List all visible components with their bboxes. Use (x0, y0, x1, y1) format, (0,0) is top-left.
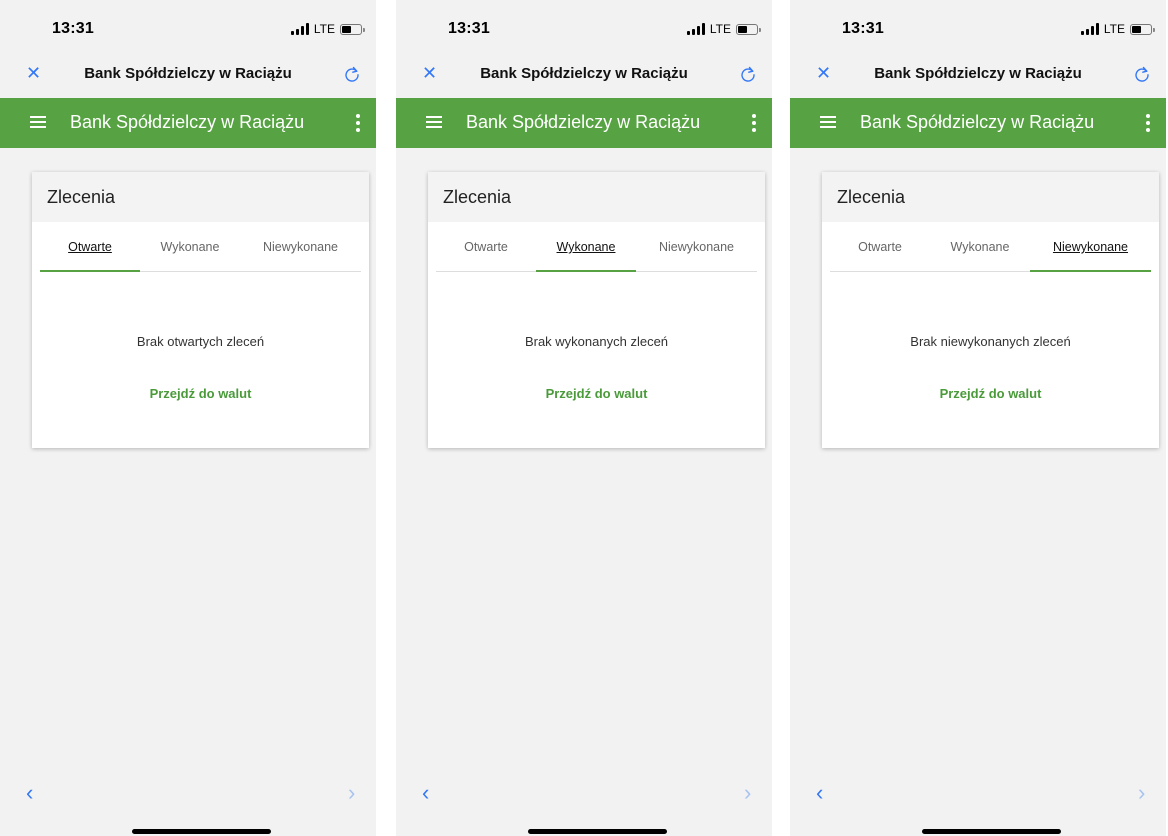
empty-state-message: Brak niewykonanych zleceń (910, 334, 1071, 349)
status-bar: 13:31 LTE (0, 0, 376, 50)
status-bar: 13:31 LTE (396, 0, 772, 50)
go-to-currencies-link[interactable]: Przejdź do walut (822, 386, 1159, 401)
tab-wykonane[interactable]: Wykonane (930, 222, 1030, 272)
status-indicators: LTE (686, 22, 761, 36)
forward-arrow-icon[interactable]: › (348, 782, 376, 804)
browser-title: Bank Spółdzielczy w Raciążu (480, 65, 688, 82)
reload-icon[interactable] (344, 66, 360, 82)
empty-state-message: Brak otwartych zleceń (136, 334, 265, 349)
back-arrow-icon[interactable]: ‹ (422, 782, 429, 804)
browser-bottom-bar: ‹ › (0, 780, 376, 810)
app-header: Bank Spółdzielczy w Raciążu (0, 98, 376, 148)
status-time: 13:31 (52, 20, 94, 37)
forward-arrow-icon[interactable]: › (744, 782, 772, 804)
status-indicators: LTE (1080, 22, 1155, 36)
browser-toolbar: ✕ Bank Spółdzielczy w Raciążu (0, 55, 376, 93)
signal-icon (290, 23, 309, 35)
app-header: Bank Spółdzielczy w Raciążu (790, 98, 1166, 148)
tab-niewykonane[interactable]: Niewykonane (1030, 222, 1151, 272)
phone-screen-niewykonane: 13:31 LTE ✕ Bank Spółdzielczy w Raciążu … (790, 0, 1166, 836)
app-title: Bank Spółdzielczy w Raciążu (860, 112, 1095, 132)
tab-wykonane[interactable]: Wykonane (536, 222, 636, 272)
tab-bar: Otwarte Wykonane Niewykonane (40, 222, 361, 272)
orders-card: Zlecenia Otwarte Wykonane Niewykonane Br… (32, 172, 369, 448)
back-arrow-icon[interactable]: ‹ (816, 782, 823, 804)
kebab-icon[interactable] (356, 114, 360, 132)
menu-icon[interactable] (820, 116, 836, 129)
battery-icon (1130, 23, 1155, 35)
card-title: Zlecenia (822, 172, 1159, 222)
card-title: Zlecenia (428, 172, 765, 222)
tab-otwarte[interactable]: Otwarte (436, 222, 536, 272)
home-indicator (922, 829, 1061, 834)
reload-icon[interactable] (740, 66, 756, 82)
network-type: LTE (1103, 22, 1125, 36)
tab-wykonane[interactable]: Wykonane (140, 222, 240, 272)
kebab-icon[interactable] (752, 114, 756, 132)
browser-bottom-bar: ‹ › (790, 780, 1166, 810)
browser-toolbar: ✕ Bank Spółdzielczy w Raciążu (396, 55, 772, 93)
network-type: LTE (313, 22, 335, 36)
reload-icon[interactable] (1134, 66, 1150, 82)
status-time: 13:31 (842, 20, 884, 37)
orders-card: Zlecenia Otwarte Wykonane Niewykonane Br… (822, 172, 1159, 448)
battery-icon (340, 23, 365, 35)
home-indicator (132, 829, 271, 834)
network-type: LTE (709, 22, 731, 36)
battery-icon (736, 23, 761, 35)
tab-bar: Otwarte Wykonane Niewykonane (830, 222, 1151, 272)
tab-niewykonane[interactable]: Niewykonane (636, 222, 757, 272)
app-title: Bank Spółdzielczy w Raciążu (70, 112, 305, 132)
browser-bottom-bar: ‹ › (396, 780, 772, 810)
status-time: 13:31 (448, 20, 490, 37)
empty-state-message: Brak wykonanych zleceń (524, 334, 669, 349)
go-to-currencies-link[interactable]: Przejdź do walut (428, 386, 765, 401)
phone-screen-wykonane: 13:31 LTE ✕ Bank Spółdzielczy w Raciążu … (396, 0, 772, 836)
card-title: Zlecenia (32, 172, 369, 222)
app-title: Bank Spółdzielczy w Raciążu (466, 112, 701, 132)
status-indicators: LTE (290, 22, 365, 36)
browser-toolbar: ✕ Bank Spółdzielczy w Raciążu (790, 55, 1166, 93)
status-bar: 13:31 LTE (790, 0, 1166, 50)
go-to-currencies-link[interactable]: Przejdź do walut (32, 386, 369, 401)
browser-title: Bank Spółdzielczy w Raciążu (874, 65, 1082, 82)
tab-bar: Otwarte Wykonane Niewykonane (436, 222, 757, 272)
home-indicator (528, 829, 667, 834)
menu-icon[interactable] (30, 116, 46, 129)
kebab-icon[interactable] (1146, 114, 1150, 132)
phone-screen-otwarte: 13:31 LTE ✕ Bank Spółdzielczy w Raciążu … (0, 0, 376, 836)
signal-icon (686, 23, 705, 35)
app-header: Bank Spółdzielczy w Raciążu (396, 98, 772, 148)
forward-arrow-icon[interactable]: › (1138, 782, 1166, 804)
tab-otwarte[interactable]: Otwarte (830, 222, 930, 272)
orders-card: Zlecenia Otwarte Wykonane Niewykonane Br… (428, 172, 765, 448)
menu-icon[interactable] (426, 116, 442, 129)
tab-niewykonane[interactable]: Niewykonane (240, 222, 361, 272)
tab-otwarte[interactable]: Otwarte (40, 222, 140, 272)
browser-title: Bank Spółdzielczy w Raciążu (84, 65, 292, 82)
back-arrow-icon[interactable]: ‹ (26, 782, 33, 804)
signal-icon (1080, 23, 1099, 35)
